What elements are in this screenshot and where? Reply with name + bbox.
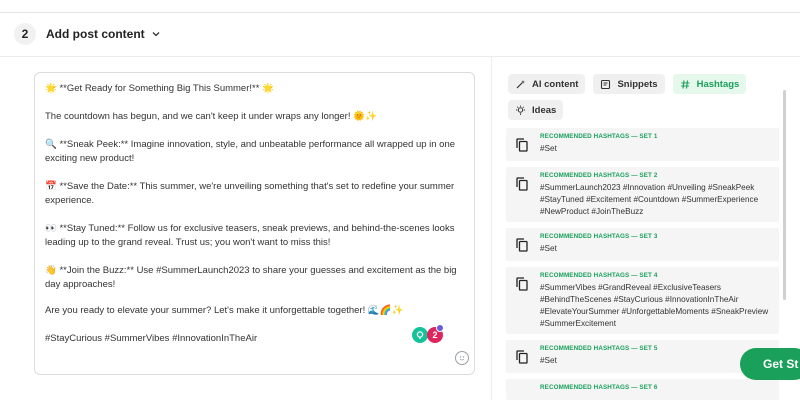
- copy-icon[interactable]: [516, 350, 528, 364]
- step-number: 2: [14, 23, 36, 45]
- panel-scrollbar[interactable]: [783, 90, 786, 300]
- hashtag-set-title: RECOMMENDED HASHTAGS — SET 2: [540, 172, 658, 179]
- tab-label: Hashtags: [696, 78, 740, 90]
- copy-icon[interactable]: [516, 138, 528, 152]
- tab-snippets[interactable]: Snippets: [593, 74, 665, 94]
- hashtag-set-title: RECOMMENDED HASHTAGS — SET 5: [540, 345, 658, 352]
- tab-ai-content[interactable]: AI content: [508, 74, 586, 94]
- copy-icon[interactable]: [516, 238, 528, 252]
- hashtag-set-card[interactable]: RECOMMENDED HASHTAGS — SET 1 #Set: [506, 128, 779, 161]
- post-content-editor[interactable]: 🌟 **Get Ready for Something Big This Sum…: [34, 72, 475, 375]
- hashtag-set-card[interactable]: RECOMMENDED HASHTAGS — SET 2 #SummerLaun…: [506, 167, 779, 222]
- editor-line: 👀 **Stay Tuned:** Follow us for exclusiv…: [45, 223, 458, 248]
- panel-tabs: AI content Snippets Hashtags: [508, 74, 754, 94]
- page: 2 Add post content 🌟 **Get Ready for Som…: [0, 0, 800, 400]
- editor-line: 📅 **Save the Date:** This summer, we're …: [45, 181, 457, 206]
- divider: [0, 12, 800, 13]
- editor-line: Are you ready to elevate your summer? Le…: [45, 305, 404, 316]
- notification-dot-icon: [436, 324, 444, 332]
- hashtag-set-tags: #SummerVibes #GrandReveal #ExclusiveTeas…: [540, 283, 769, 328]
- get-started-button[interactable]: Get St: [740, 348, 800, 380]
- hashtag-set-card[interactable]: RECOMMENDED HASHTAGS — SET 6: [506, 379, 779, 400]
- tab-label: Ideas: [532, 104, 557, 116]
- hashtag-set-tags: #Set: [540, 144, 557, 153]
- step-title: Add post content: [46, 27, 145, 41]
- step-header[interactable]: 2 Add post content: [14, 22, 161, 46]
- hashtag-set-card[interactable]: RECOMMENDED HASHTAGS — SET 3 #Set: [506, 228, 779, 261]
- hashtag-set-card[interactable]: RECOMMENDED HASHTAGS — SET 5 #Set: [506, 340, 779, 373]
- editor-line: #StayCurious #SummerVibes #InnovationInT…: [45, 333, 258, 344]
- grammarly-icon[interactable]: [412, 327, 428, 343]
- hash-icon: [680, 79, 690, 89]
- chevron-down-icon[interactable]: [151, 29, 161, 39]
- hashtag-set-title: RECOMMENDED HASHTAGS — SET 3: [540, 233, 658, 240]
- tab-label: Snippets: [617, 78, 658, 90]
- editor-line: 🔍 **Sneak Peek:** Imagine innovation, st…: [45, 139, 458, 164]
- hashtag-set-tags: #SummerLaunch2023 #Innovation #Unveiling…: [540, 183, 759, 216]
- tab-ideas[interactable]: Ideas: [508, 100, 564, 120]
- editor-line: The countdown has begun, and we can't ke…: [45, 111, 377, 122]
- emoji-picker-icon[interactable]: [455, 351, 469, 365]
- hashtag-set-tags: #Set: [540, 244, 557, 253]
- lightbulb-icon: [516, 105, 525, 115]
- magic-wand-icon: [516, 79, 525, 88]
- hashtag-set-title: RECOMMENDED HASHTAGS — SET 6: [540, 384, 658, 391]
- tab-hashtags[interactable]: Hashtags: [672, 74, 747, 94]
- copy-icon[interactable]: [516, 177, 528, 191]
- editor-line: 🌟 **Get Ready for Something Big This Sum…: [45, 83, 274, 94]
- copy-icon[interactable]: [516, 277, 528, 291]
- editor-line: 👋 **Join the Buzz:** Use #SummerLaunch20…: [45, 265, 460, 290]
- snippet-icon: [601, 79, 611, 89]
- tab-label: AI content: [532, 78, 579, 90]
- hashtag-set-card[interactable]: RECOMMENDED HASHTAGS — SET 4 #SummerVibe…: [506, 267, 779, 334]
- hashtag-set-title: RECOMMENDED HASHTAGS — SET 1: [540, 133, 658, 140]
- hashtag-set-title: RECOMMENDED HASHTAGS — SET 4: [540, 272, 658, 279]
